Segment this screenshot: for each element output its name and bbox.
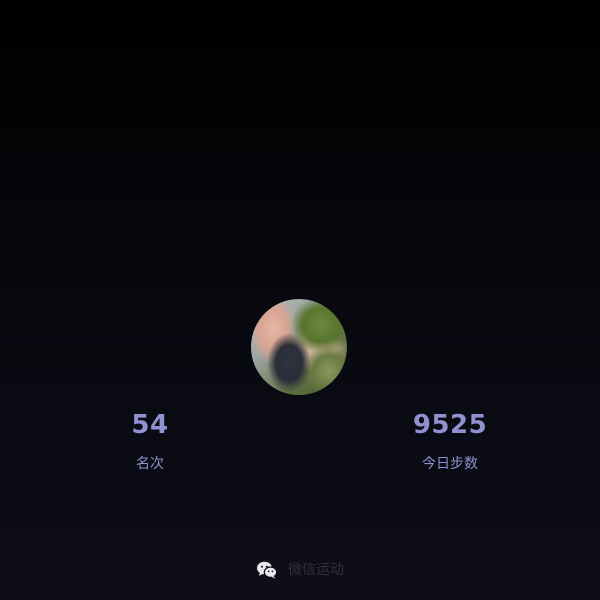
brand-label: 微信运动	[288, 562, 344, 578]
footer: 微信运动	[0, 558, 600, 582]
rank-value: 54	[131, 410, 169, 440]
wechat-icon	[256, 560, 278, 580]
avatar[interactable]	[251, 299, 347, 395]
rank-stat: 54 名次	[100, 410, 200, 473]
steps-stat: 9525 今日步数	[400, 410, 500, 473]
rank-label: 名次	[136, 456, 164, 472]
steps-value: 9525	[412, 410, 488, 440]
steps-label: 今日步数	[422, 456, 478, 472]
